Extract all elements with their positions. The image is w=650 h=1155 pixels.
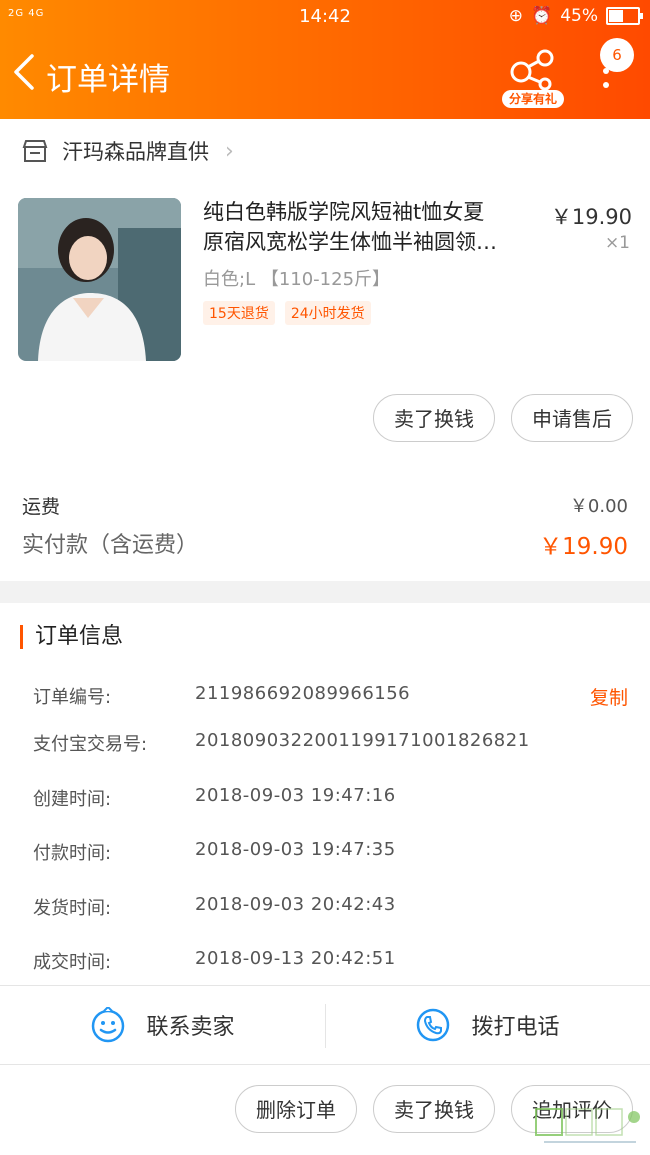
share-button[interactable]: 分享有礼 xyxy=(500,46,566,108)
delete-order-button[interactable]: 删除订单 xyxy=(235,1085,357,1133)
battery-icon xyxy=(606,7,643,25)
status-bar: 2G 4G 14:42 ⊕ ⏰ 45% xyxy=(0,6,650,28)
order-item-card: 汗玛森品牌直供 › 纯白色韩版学院风短袖t恤女夏 原宿风宽松学生体恤半袖圆领… … xyxy=(0,119,650,581)
info-label: 创建时间: xyxy=(33,789,112,810)
tag-shipping-time: 24小时发货 xyxy=(284,301,371,325)
order-info-section: 订单信息 订单编号: 211986692089966156 复制 支付宝交易号:… xyxy=(0,603,650,985)
sell-for-cash-button[interactable]: 卖了换钱 xyxy=(373,394,495,442)
battery-percent: 45% xyxy=(560,6,598,26)
info-value: 2018-09-03 20:42:43 xyxy=(195,894,396,915)
product-sku: 白色;L 【110-125斤】 xyxy=(203,269,391,290)
product-image[interactable] xyxy=(18,198,181,361)
battery-fill xyxy=(609,10,623,22)
info-label: 成交时间: xyxy=(33,952,112,973)
share-icon xyxy=(510,49,554,91)
order-info-heading: 订单信息 xyxy=(20,625,123,649)
info-label: 发货时间: xyxy=(33,898,112,919)
shipping-value: ￥0.00 xyxy=(569,496,628,517)
info-label: 订单编号: xyxy=(33,687,112,708)
call-button[interactable]: 拨打电话 xyxy=(325,986,650,1064)
shop-name: 汗玛森品牌直供 xyxy=(62,140,209,164)
product-title[interactable]: 纯白色韩版学院风短袖t恤女夏 原宿风宽松学生体恤半袖圆领… xyxy=(203,197,538,257)
info-value: 2018-09-03 19:47:35 xyxy=(195,839,396,860)
after-sale-button[interactable]: 申请售后 xyxy=(511,394,633,442)
share-label: 分享有礼 xyxy=(502,90,564,108)
store-icon xyxy=(22,140,48,162)
phone-icon xyxy=(417,1008,450,1042)
call-label: 拨打电话 xyxy=(471,1015,560,1040)
sell-for-cash-bottom-button[interactable]: 卖了换钱 xyxy=(373,1085,495,1133)
product-title-line2: 原宿风宽松学生体恤半袖圆领… xyxy=(203,230,497,254)
alarm-icon: ⏰ xyxy=(531,6,553,26)
bottom-action-bar: 删除订单 卖了换钱 追加评价 xyxy=(0,1065,650,1155)
shop-link[interactable]: 汗玛森品牌直供 › xyxy=(22,133,234,169)
product-title-line1: 纯白色韩版学院风短袖t恤女夏 xyxy=(203,200,485,224)
product-price: ￥19.90 xyxy=(550,205,632,229)
contact-bar: 联系卖家 拨打电话 xyxy=(0,985,650,1065)
paid-label: 实付款（含运费） xyxy=(22,533,199,558)
shipping-label: 运费 xyxy=(22,496,61,518)
contact-seller-button[interactable]: 联系卖家 xyxy=(0,986,325,1064)
info-label: 付款时间: xyxy=(33,843,112,864)
info-label: 支付宝交易号: xyxy=(33,734,148,755)
cart-count-badge: 6 xyxy=(600,38,634,72)
info-value: 2018-09-13 20:42:51 xyxy=(195,948,396,969)
paid-value: ￥19.90 xyxy=(539,534,628,560)
watermark-logo xyxy=(535,1108,640,1143)
chevron-left-icon[interactable] xyxy=(10,52,40,92)
header-bar: 2G 4G 14:42 ⊕ ⏰ 45% 订单详情 分享有礼 6 xyxy=(0,0,650,119)
info-value: 2018090322001199171001826821 xyxy=(195,730,530,751)
lock-rotation-icon: ⊕ xyxy=(508,6,524,26)
product-quantity: ×1 xyxy=(604,233,630,253)
chevron-right-icon: › xyxy=(225,138,234,164)
product-photo xyxy=(18,198,181,361)
chat-icon xyxy=(92,1007,125,1043)
contact-seller-label: 联系卖家 xyxy=(146,1015,235,1040)
copy-button[interactable]: 复制 xyxy=(590,683,628,710)
info-value: 2018-09-03 19:47:16 xyxy=(195,785,396,806)
page-title: 订单详情 xyxy=(46,62,170,97)
more-vertical-icon[interactable] xyxy=(603,68,609,96)
tag-return-policy: 15天退货 xyxy=(203,301,275,325)
info-value: 211986692089966156 xyxy=(195,683,411,704)
